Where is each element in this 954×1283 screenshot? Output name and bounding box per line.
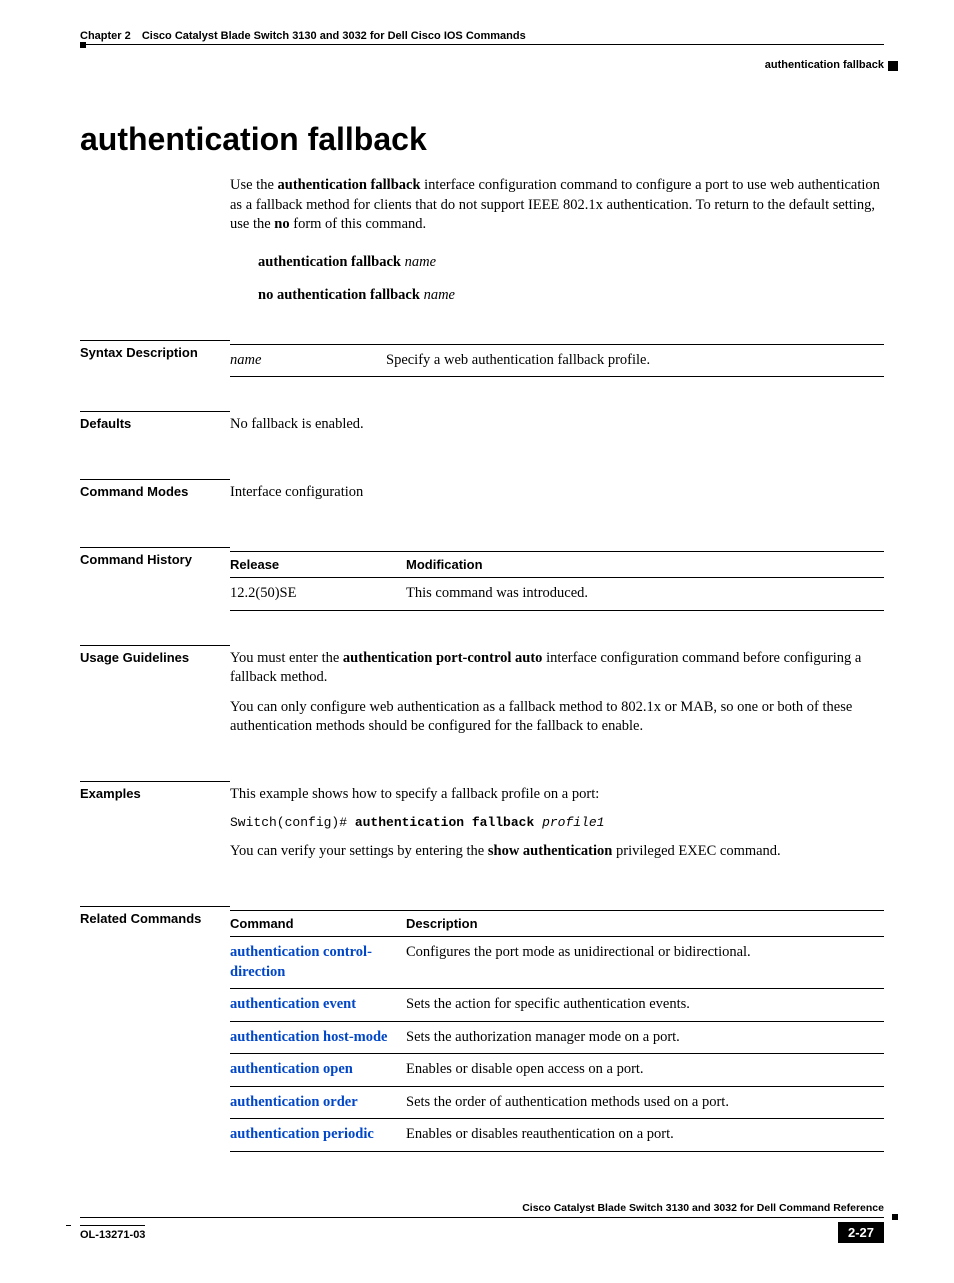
related-link[interactable]: authentication host-mode	[230, 1029, 388, 1045]
table-row: authentication periodicEnables or disabl…	[230, 1119, 884, 1152]
related-link[interactable]: authentication order	[230, 1094, 358, 1110]
history-table: Release Modification 12.2(50)SE This com…	[230, 551, 884, 611]
running-head: authentication fallback	[80, 59, 884, 71]
footer-page-number: 2-27	[838, 1222, 884, 1243]
syntax-desc: Specify a web authentication fallback pr…	[386, 344, 884, 377]
section-usage-guidelines: Usage Guidelines You must enter the auth…	[80, 645, 884, 747]
intro-paragraph: Use the authentication fallback interfac…	[230, 176, 884, 235]
section-label: Examples	[80, 781, 230, 872]
related-link[interactable]: authentication periodic	[230, 1126, 374, 1142]
history-modification: This command was introduced.	[406, 578, 884, 611]
page-footer: Cisco Catalyst Blade Switch 3130 and 303…	[80, 1202, 884, 1243]
section-label: Usage Guidelines	[80, 645, 230, 747]
related-col-description: Description	[406, 910, 884, 937]
syntax-line-2: no authentication fallback name	[258, 286, 884, 306]
page-header: Chapter 2 Cisco Catalyst Blade Switch 31…	[80, 30, 884, 42]
history-col-release: Release	[230, 551, 406, 578]
usage-p1: You must enter the authentication port-c…	[230, 649, 884, 688]
table-row: authentication openEnables or disable op…	[230, 1054, 884, 1087]
table-row: authentication eventSets the action for …	[230, 989, 884, 1022]
defaults-text: No fallback is enabled.	[230, 415, 884, 435]
footer-book-title: Cisco Catalyst Blade Switch 3130 and 303…	[80, 1202, 884, 1218]
section-command-history: Command History Release Modification 12.…	[80, 547, 884, 611]
history-col-modification: Modification	[406, 551, 884, 578]
history-release: 12.2(50)SE	[230, 578, 406, 611]
syntax-param: name	[230, 344, 386, 377]
chapter-number: Chapter 2	[80, 30, 131, 42]
related-link[interactable]: authentication open	[230, 1061, 353, 1077]
chapter-title: Cisco Catalyst Blade Switch 3130 and 303…	[142, 30, 526, 42]
related-table: Command Description authentication contr…	[230, 910, 884, 1152]
footer-doc-id: OL-13271-03	[80, 1225, 145, 1241]
related-link[interactable]: authentication control-direction	[230, 944, 372, 980]
section-related-commands: Related Commands Command Description aut…	[80, 906, 884, 1152]
table-row: authentication orderSets the order of au…	[230, 1086, 884, 1119]
related-link[interactable]: authentication event	[230, 996, 356, 1012]
section-label: Defaults	[80, 411, 230, 445]
table-row: authentication host-modeSets the authori…	[230, 1021, 884, 1054]
section-label: Command History	[80, 547, 230, 611]
page-container: Chapter 2 Cisco Catalyst Blade Switch 31…	[0, 0, 954, 1283]
syntax-line-1: authentication fallback name	[258, 253, 884, 273]
section-syntax-description: Syntax Description name Specify a web au…	[80, 340, 884, 378]
syntax-table: name Specify a web authentication fallba…	[230, 344, 884, 378]
section-defaults: Defaults No fallback is enabled.	[80, 411, 884, 445]
section-command-modes: Command Modes Interface configuration	[80, 479, 884, 513]
page-title: authentication fallback	[80, 121, 884, 158]
table-row: authentication control-directionConfigur…	[230, 937, 884, 989]
related-col-command: Command	[230, 910, 406, 937]
intro-block: Use the authentication fallback interfac…	[230, 176, 884, 306]
usage-p2: You can only configure web authenticatio…	[230, 698, 884, 737]
section-label: Syntax Description	[80, 340, 230, 378]
section-examples: Examples This example shows how to speci…	[80, 781, 884, 872]
section-label: Command Modes	[80, 479, 230, 513]
header-rule	[80, 44, 884, 45]
section-label: Related Commands	[80, 906, 230, 1152]
examples-code: Switch(config)# authentication fallback …	[230, 814, 884, 832]
examples-p1: This example shows how to specify a fall…	[230, 785, 884, 805]
examples-p2: You can verify your settings by entering…	[230, 842, 884, 862]
command-modes-text: Interface configuration	[230, 483, 884, 503]
